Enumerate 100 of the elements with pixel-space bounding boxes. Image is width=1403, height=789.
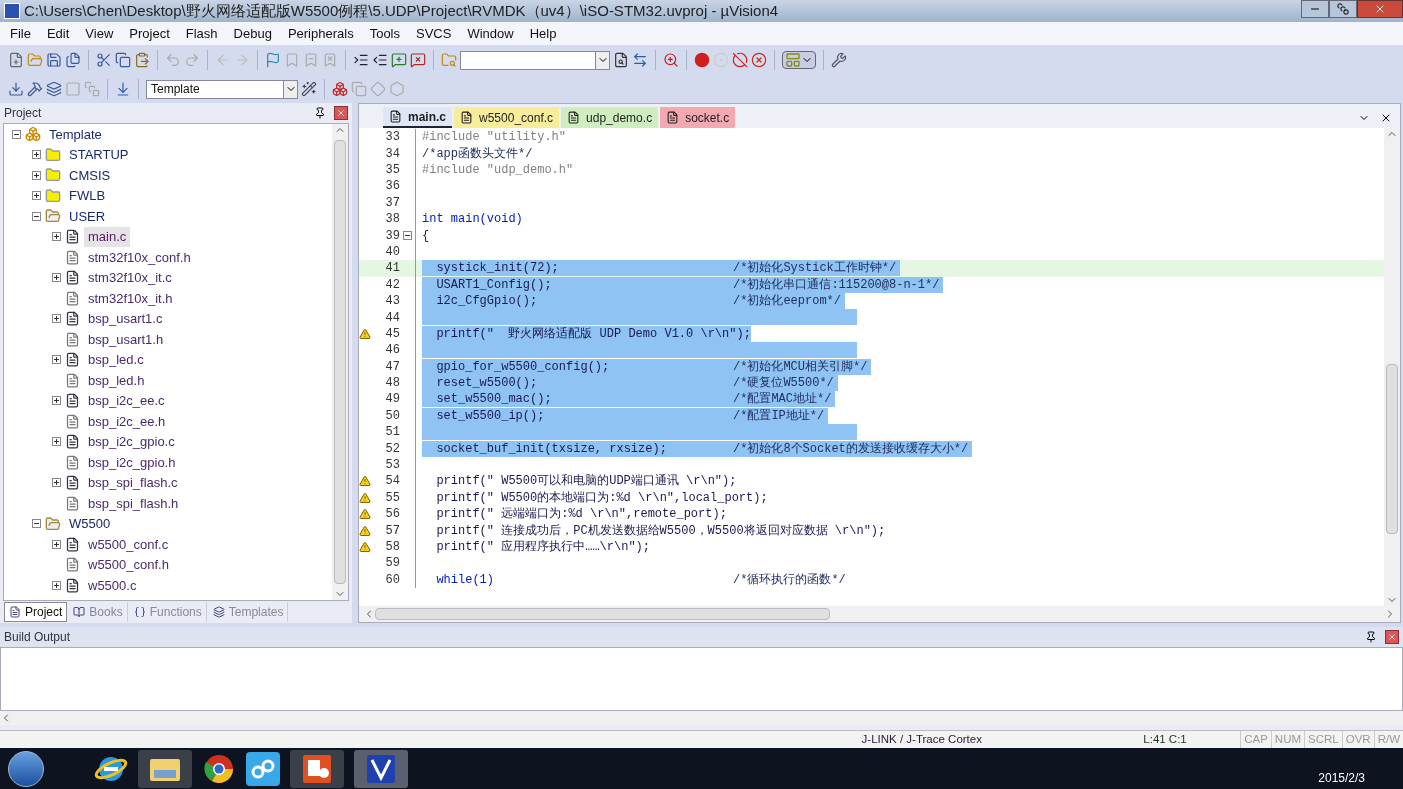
start-button[interactable]	[8, 750, 44, 787]
menu-item[interactable]: Tools	[361, 23, 408, 44]
editor-tab[interactable]: socket.c	[660, 107, 736, 128]
uncomment-icon[interactable]	[410, 52, 426, 68]
tree-item[interactable]: Template	[45, 124, 106, 144]
tree-item[interactable]: bsp_usart1.c	[84, 309, 167, 329]
debug-zoom-icon[interactable]	[663, 52, 679, 68]
menu-item[interactable]: Help	[521, 23, 565, 44]
presentation-icon[interactable]	[290, 749, 344, 788]
expand-icon[interactable]	[32, 170, 41, 180]
dropdown-icon[interactable]	[283, 80, 297, 98]
unindent-icon[interactable]	[372, 52, 388, 68]
menu-item[interactable]: View	[77, 23, 122, 44]
menu-item[interactable]: SVCS	[408, 23, 460, 44]
breakpoint-icon[interactable]	[751, 52, 767, 68]
target-combo[interactable]: Template	[146, 79, 298, 99]
tree-item[interactable]: bsp_led.h	[84, 370, 149, 390]
editor-tab[interactable]: main.c	[383, 107, 452, 128]
collapse-icon[interactable]	[32, 519, 41, 529]
line-number: 36	[384, 178, 400, 196]
menu-item[interactable]: Project	[121, 23, 178, 44]
horizontal-scrollbar[interactable]	[0, 711, 1403, 725]
download-icon[interactable]	[115, 81, 131, 97]
tree-item[interactable]: bsp_i2c_gpio.c	[84, 432, 179, 452]
menu-item[interactable]: Edit	[38, 23, 78, 44]
source-file-icon	[65, 352, 80, 368]
expand-icon[interactable]	[52, 314, 61, 324]
tree-item[interactable]: bsp_led.c	[84, 350, 148, 370]
wand-icon[interactable]	[301, 81, 317, 97]
components-icon[interactable]	[332, 81, 348, 97]
flag-icon[interactable]	[265, 52, 281, 68]
editor-tab[interactable]: udp_demo.c	[561, 107, 659, 128]
cut-icon[interactable]	[96, 52, 112, 68]
close-icon[interactable]	[1380, 112, 1392, 124]
save-all-icon[interactable]	[65, 52, 81, 68]
tree-item[interactable]: stm32f10x_it.c	[84, 268, 176, 288]
swap-icon[interactable]	[632, 52, 648, 68]
tree-item[interactable]: STARTUP	[65, 145, 133, 165]
tree-item[interactable]: USER	[65, 206, 110, 226]
menu-item[interactable]: Flash	[177, 23, 226, 44]
copy-icon[interactable]	[115, 52, 131, 68]
comment-icon[interactable]	[391, 52, 407, 68]
expand-icon[interactable]	[52, 580, 61, 590]
pin-icon[interactable]	[314, 107, 326, 119]
expand-icon[interactable]	[32, 150, 41, 160]
tree-item[interactable]: bsp_i2c_ee.h	[84, 411, 170, 431]
editor-tab[interactable]: w5500_conf.c	[454, 107, 560, 128]
tree-item[interactable]: stm32f10x_it.h	[84, 288, 177, 308]
expand-icon[interactable]	[52, 273, 61, 283]
minimize-button[interactable]	[1301, 0, 1329, 18]
tree-item[interactable]: bsp_usart1.h	[84, 329, 168, 349]
collapse-icon[interactable]	[403, 231, 412, 241]
collapse-icon[interactable]	[32, 211, 41, 221]
menu-item[interactable]: Peripherals	[279, 23, 362, 44]
tree-item[interactable]: w5500.c	[84, 575, 141, 595]
tree-item[interactable]: w5500_conf.h	[84, 555, 173, 575]
expand-icon[interactable]	[52, 396, 61, 406]
expand-icon[interactable]	[52, 232, 61, 242]
menu-item[interactable]: File	[2, 23, 39, 44]
folder-icon[interactable]	[138, 749, 192, 788]
rebuild-icon[interactable]	[46, 81, 62, 97]
header-file-icon	[65, 249, 80, 265]
tree-item[interactable]: bsp_i2c_ee.c	[84, 391, 169, 411]
save-icon[interactable]	[46, 52, 62, 68]
tree-item[interactable]: stm32f10x_conf.h	[84, 247, 195, 267]
cloud-app-icon[interactable]	[246, 751, 280, 786]
expand-icon[interactable]	[32, 191, 41, 201]
expand-icon[interactable]	[52, 355, 61, 365]
tree-item[interactable]: bsp_spi_flash.h	[84, 493, 183, 513]
tree-item[interactable]: main.c	[84, 227, 131, 247]
expand-icon[interactable]	[52, 539, 61, 549]
expand-icon[interactable]	[52, 478, 61, 488]
tree-item[interactable]: bsp_i2c_gpio.h	[84, 452, 180, 472]
close-icon[interactable]	[1385, 630, 1399, 644]
find-icon[interactable]	[613, 52, 629, 68]
collapse-icon[interactable]	[12, 129, 21, 139]
indent-icon[interactable]	[353, 52, 369, 68]
tree-item[interactable]: bsp_spi_flash.c	[84, 473, 182, 493]
expand-icon[interactable]	[52, 437, 61, 447]
translate-icon[interactable]	[8, 81, 24, 97]
breakpoint-icon[interactable]	[694, 52, 710, 68]
build-icon[interactable]	[27, 81, 43, 97]
dropdown-icon[interactable]	[595, 51, 609, 69]
tree-item[interactable]: w5500_conf.c	[84, 534, 173, 554]
tree-item[interactable]: W5500	[65, 514, 115, 534]
breakpoint-icon[interactable]	[732, 52, 748, 68]
menu-item[interactable]: Debug	[225, 23, 280, 44]
menu-item[interactable]: Window	[459, 23, 522, 44]
new-file-icon[interactable]	[8, 52, 24, 68]
wrench-icon[interactable]	[831, 52, 847, 68]
tree-item[interactable]: FWLB	[65, 186, 110, 206]
window-layout-button[interactable]	[782, 51, 816, 69]
pin-icon[interactable]	[1365, 631, 1377, 643]
ide-icon[interactable]	[354, 749, 408, 788]
tree-item[interactable]: CMSIS	[65, 165, 115, 185]
panel-tab[interactable]: Project	[4, 602, 68, 622]
close-icon[interactable]	[334, 106, 348, 120]
status-debugger: J-LINK / J-Trace Cortex	[860, 731, 983, 747]
paste-icon[interactable]	[134, 52, 150, 68]
maximize-button[interactable]	[1329, 0, 1357, 18]
